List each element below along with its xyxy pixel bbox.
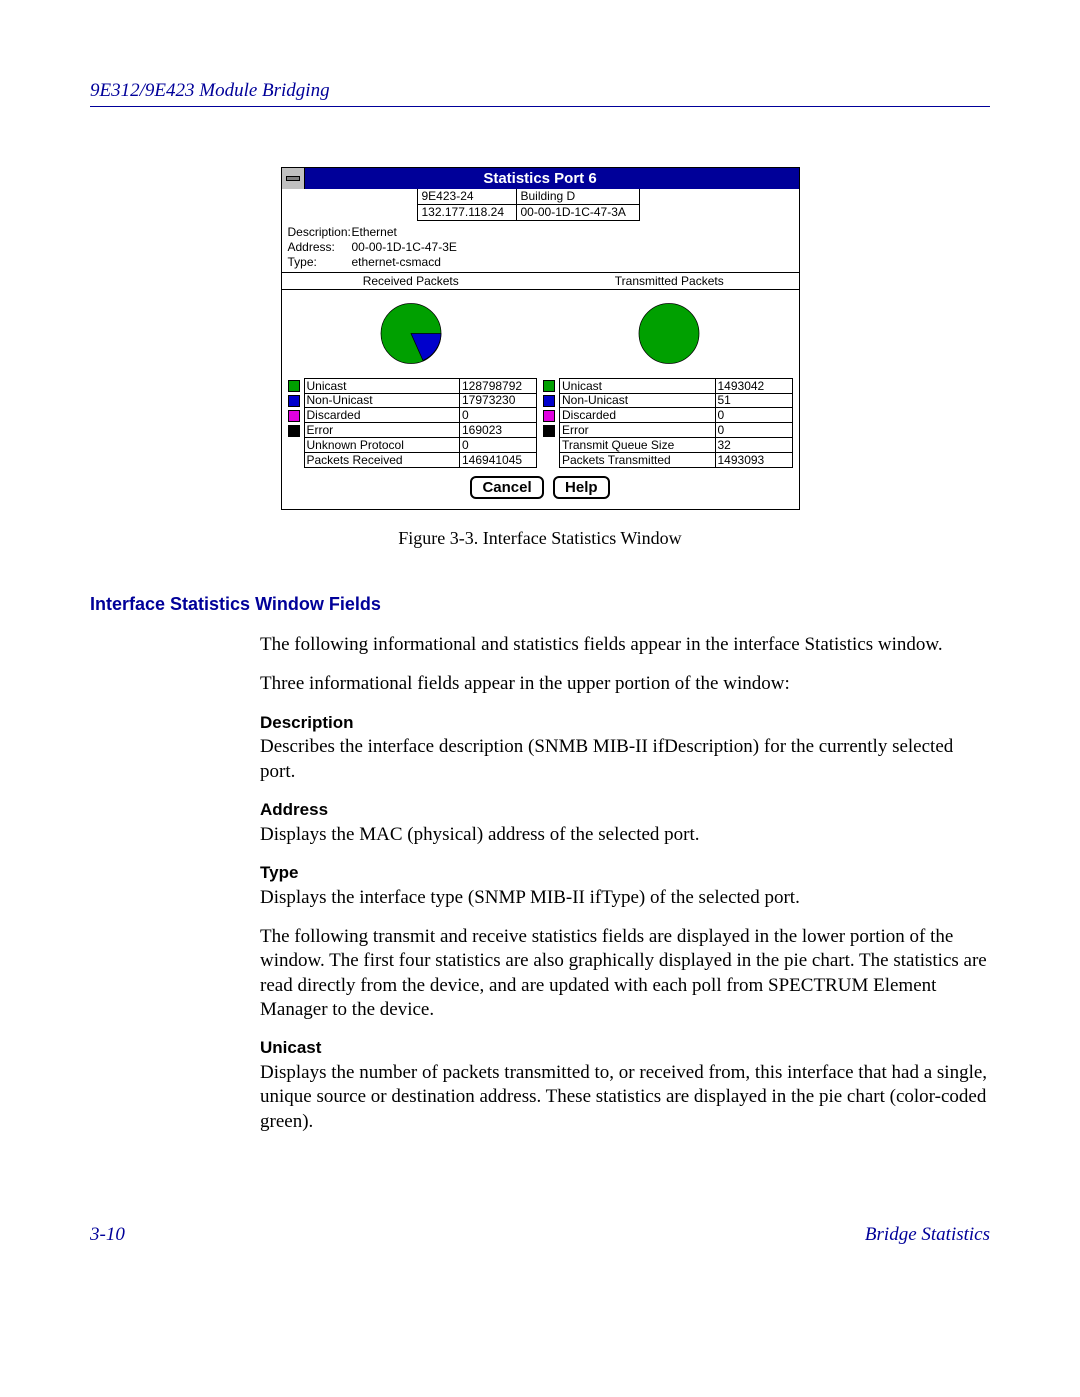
window-titlebar: Statistics Port 6 — [282, 168, 799, 189]
swatch-blue — [543, 395, 555, 407]
stats-headers: Received Packets Transmitted Packets — [282, 272, 799, 290]
footer-section: Bridge Statistics — [865, 1224, 990, 1246]
description-label: Description: — [288, 225, 352, 240]
header-rule — [90, 106, 990, 107]
field-title-unicast: Unicast — [260, 1037, 990, 1059]
stat-value: 0 — [460, 408, 537, 423]
description-block: Description: Ethernet Address: 00-00-1D-… — [282, 221, 799, 272]
field-title-description: Description — [260, 712, 990, 734]
stat-label: Unicast — [559, 378, 716, 394]
stat-value: 0 — [716, 423, 793, 438]
section-heading: Interface Statistics Window Fields — [90, 594, 990, 615]
stat-label: Non-Unicast — [304, 393, 461, 408]
swatch-black — [288, 425, 300, 437]
stat-value: 17973230 — [460, 393, 537, 408]
stat-label: Unicast — [304, 378, 461, 394]
stat-value: 51 — [716, 393, 793, 408]
button-row: Cancel Help — [282, 476, 799, 509]
transmitted-stats-table: Unicast1493042 Non-Unicast51 Discarded0 … — [543, 378, 793, 468]
swatch-green — [543, 380, 555, 392]
description-value: Ethernet — [352, 225, 397, 240]
building-cell: Building D — [517, 189, 639, 205]
stat-value: 146941045 — [460, 453, 537, 468]
stat-label: Packets Transmitted — [559, 453, 716, 468]
swatch-black — [543, 425, 555, 437]
stat-label: Discarded — [559, 408, 716, 423]
help-button[interactable]: Help — [553, 476, 610, 499]
stat-value: 32 — [716, 438, 793, 453]
received-header: Received Packets — [282, 273, 541, 289]
address-label: Address: — [288, 240, 352, 255]
stat-label: Unknown Protocol — [304, 438, 461, 453]
stat-label: Transmit Queue Size — [559, 438, 716, 453]
swatch-green — [288, 380, 300, 392]
body-intro-1: The following informational and statisti… — [260, 633, 990, 657]
stat-value: 1493042 — [716, 378, 793, 394]
field-text-address: Displays the MAC (physical) address of t… — [260, 823, 990, 847]
page-footer: 3-10 Bridge Statistics — [90, 1224, 990, 1246]
stat-value: 0 — [716, 408, 793, 423]
field-title-type: Type — [260, 862, 990, 884]
swatch-blue — [288, 395, 300, 407]
field-text-type: Displays the interface type (SNMP MIB-II… — [260, 886, 990, 910]
swatch-magenta — [288, 410, 300, 422]
stat-label: Error — [304, 423, 461, 438]
window-title: Statistics Port 6 — [483, 170, 596, 187]
type-label: Type: — [288, 255, 352, 270]
page-header: 9E312/9E423 Module Bridging — [90, 80, 990, 102]
stat-tables: Unicast128798792 Non-Unicast17973230 Dis… — [282, 378, 799, 476]
field-text-description: Describes the interface description (SNM… — [260, 735, 990, 784]
address-value: 00-00-1D-1C-47-3E — [352, 240, 457, 255]
transmitted-pie-chart — [624, 296, 714, 371]
transmitted-header: Transmitted Packets — [540, 273, 799, 289]
statistics-window: Statistics Port 6 9E423-24 132.177.118.2… — [281, 167, 800, 510]
figure-caption: Figure 3-3. Interface Statistics Window — [90, 528, 990, 549]
stat-label: Error — [559, 423, 716, 438]
stat-label: Packets Received — [304, 453, 461, 468]
body-intro-2: Three informational fields appear in the… — [260, 672, 990, 696]
stat-value: 1493093 — [716, 453, 793, 468]
stat-value: 169023 — [460, 423, 537, 438]
pie-charts-row — [282, 290, 799, 378]
stat-label: Discarded — [304, 408, 461, 423]
device-name-cell: 9E423-24 — [418, 189, 516, 205]
received-stats-table: Unicast128798792 Non-Unicast17973230 Dis… — [288, 378, 538, 468]
stat-label: Non-Unicast — [559, 393, 716, 408]
stat-value: 0 — [460, 438, 537, 453]
swatch-magenta — [543, 410, 555, 422]
page-number: 3-10 — [90, 1224, 125, 1246]
device-info-grid: 9E423-24 132.177.118.24 Building D 00-00… — [417, 189, 799, 221]
device-ip-cell: 132.177.118.24 — [418, 205, 516, 220]
field-text-stats-intro: The following transmit and receive stati… — [260, 925, 990, 1022]
system-menu-icon[interactable] — [282, 168, 305, 189]
type-value: ethernet-csmacd — [352, 255, 441, 270]
cancel-button[interactable]: Cancel — [470, 476, 543, 499]
field-text-unicast: Displays the number of packets transmitt… — [260, 1061, 990, 1134]
field-title-address: Address — [260, 799, 990, 821]
device-mac-cell: 00-00-1D-1C-47-3A — [517, 205, 639, 220]
received-pie-chart — [366, 296, 456, 371]
stat-value: 128798792 — [460, 378, 537, 394]
